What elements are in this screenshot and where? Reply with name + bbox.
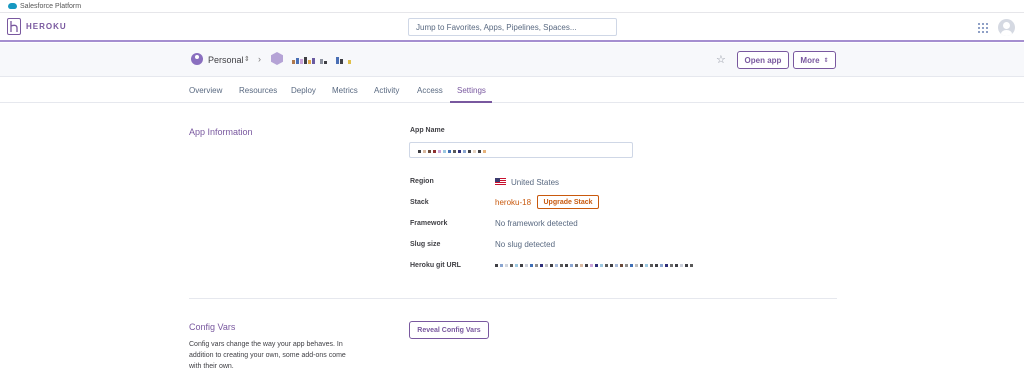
upgrade-stack-button[interactable]: Upgrade Stack — [537, 195, 599, 209]
app-hexagon-icon — [271, 52, 283, 65]
tab-settings[interactable]: Settings — [457, 86, 486, 95]
tab-deploy[interactable]: Deploy — [291, 86, 316, 95]
tab-metrics[interactable]: Metrics — [332, 86, 358, 95]
slug-size-value: No slug detected — [495, 240, 556, 249]
config-vars-title: Config Vars — [189, 322, 236, 332]
heroku-wordmark[interactable]: HEROKU — [26, 22, 67, 31]
avatar[interactable] — [998, 19, 1015, 36]
section-divider — [189, 298, 837, 299]
salesforce-cloud-icon — [8, 3, 17, 9]
git-url-redacted[interactable] — [495, 262, 695, 268]
git-url-label: Heroku git URL — [410, 262, 461, 269]
app-name-redacted[interactable] — [292, 55, 352, 64]
tab-overview[interactable]: Overview — [189, 86, 222, 95]
personal-account-icon — [191, 53, 203, 65]
region-value: United States — [511, 178, 560, 187]
apps-grid-icon[interactable] — [978, 23, 988, 33]
app-name-field[interactable] — [409, 142, 633, 158]
framework-value: No framework detected — [495, 219, 578, 228]
account-switcher[interactable]: Personal — [208, 55, 244, 65]
more-label: More — [800, 55, 820, 65]
app-name-label: App Name — [410, 127, 445, 134]
reveal-config-vars-button[interactable]: Reveal Config Vars — [409, 321, 489, 339]
slug-size-label: Slug size — [410, 241, 441, 248]
more-button[interactable]: More ⇕ — [793, 51, 836, 69]
config-vars-description: Config vars change the way your app beha… — [189, 341, 346, 370]
app-tabs: Overview Resources Deploy Metrics Activi… — [0, 78, 1024, 103]
tab-access[interactable]: Access — [417, 86, 443, 95]
tab-resources[interactable]: Resources — [239, 86, 277, 95]
open-app-button[interactable]: Open app — [737, 51, 789, 69]
upgrade-stack-label: Upgrade Stack — [543, 198, 593, 206]
search-input[interactable]: Jump to Favorites, Apps, Pipelines, Spac… — [408, 18, 617, 36]
sort-caret-icon[interactable]: ⇕ — [244, 55, 250, 63]
region-label: Region — [410, 178, 434, 185]
platform-label: Salesforce Platform — [20, 2, 82, 10]
star-icon[interactable]: ☆ — [716, 53, 726, 66]
heroku-logo-icon[interactable] — [7, 18, 21, 35]
sort-caret-icon: ⇕ — [823, 57, 829, 64]
app-information-title: App Information — [189, 127, 253, 137]
tab-activity[interactable]: Activity — [374, 86, 399, 95]
app-name-value-redacted — [418, 148, 488, 154]
open-app-label: Open app — [744, 55, 782, 65]
chevron-right-icon: › — [258, 54, 261, 64]
framework-label: Framework — [410, 220, 448, 227]
app-header: Personal ⇕ › ☆ Open app More ⇕ — [0, 43, 1024, 77]
us-flag-icon — [495, 178, 506, 185]
platform-bar: Salesforce Platform — [0, 0, 1024, 13]
active-tab-indicator — [450, 101, 492, 103]
reveal-config-vars-label: Reveal Config Vars — [417, 326, 481, 334]
top-header: HEROKU Jump to Favorites, Apps, Pipeline… — [0, 13, 1024, 42]
stack-label: Stack — [410, 199, 429, 206]
stack-value: heroku-18 — [495, 198, 532, 207]
